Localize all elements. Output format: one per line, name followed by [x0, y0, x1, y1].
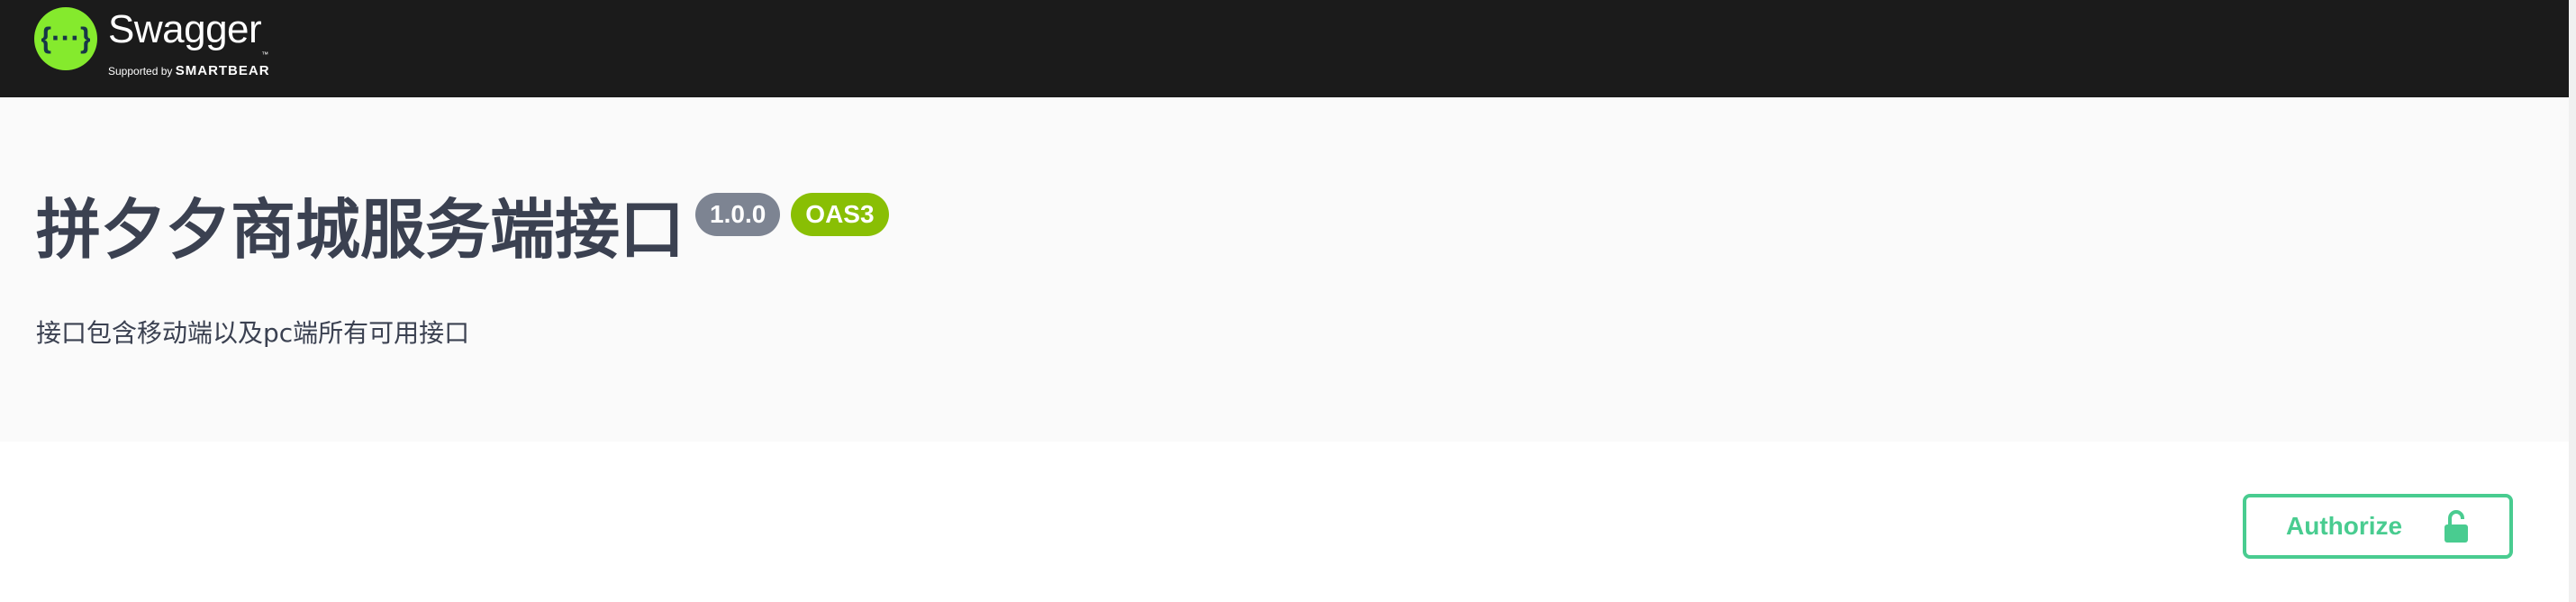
api-title: 拼夕夕商城服务端接口	[36, 192, 685, 268]
unlocked-padlock-icon	[2443, 510, 2470, 551]
top-bar: {···} Swagger™ Supported by SMARTBEAR	[0, 0, 2576, 97]
page-scrollbar[interactable]	[2569, 0, 2576, 602]
title-row: 拼夕夕商城服务端接口 1.0.0 OAS3	[36, 189, 889, 270]
version-badge: 1.0.0	[695, 193, 781, 236]
logo-company: SMARTBEAR	[175, 63, 270, 78]
svg-text:{···}: {···}	[41, 22, 90, 54]
logo-supported-by: Supported by SMARTBEAR	[108, 63, 270, 78]
api-description: 接口包含移动端以及pc端所有可用接口	[36, 318, 470, 348]
api-info-section: 拼夕夕商城服务端接口 1.0.0 OAS3 接口包含移动端以及pc端所有可用接口	[0, 97, 2576, 442]
logo-name: Swagger™	[108, 7, 268, 59]
swagger-braces-icon: {···}	[34, 7, 97, 70]
authorize-label: Authorize	[2286, 512, 2403, 540]
oas-badge: OAS3	[791, 193, 889, 236]
logo-text: Swagger™ Supported by SMARTBEAR	[108, 7, 270, 78]
swagger-logo-link[interactable]: {···} Swagger™ Supported by SMARTBEAR	[34, 7, 270, 78]
logo-trademark: ™	[261, 50, 268, 59]
scheme-container: Authorize	[0, 442, 2576, 602]
authorize-button[interactable]: Authorize	[2243, 494, 2513, 559]
